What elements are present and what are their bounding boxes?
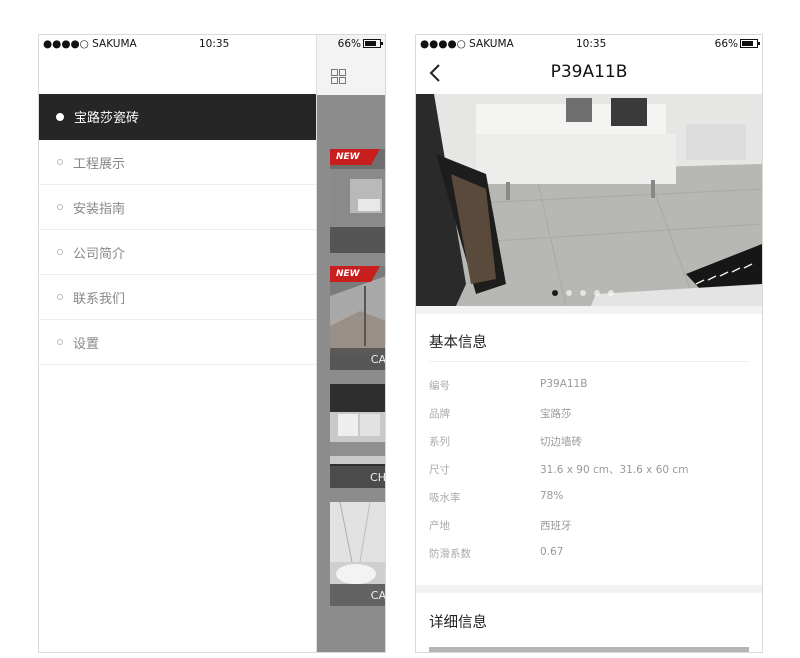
- bullet-icon: [57, 294, 63, 300]
- image-carousel[interactable]: [416, 94, 762, 306]
- spec-row-series: 系列 切边墙砖: [429, 434, 749, 448]
- carousel-dot[interactable]: [552, 290, 558, 296]
- spec-label: 防滑系数: [429, 548, 471, 560]
- spec-label: 系列: [429, 436, 450, 448]
- battery-icon: [740, 39, 760, 48]
- status-bar: ●●●●○ SAKUMA 10:35: [39, 35, 316, 53]
- grid-view-icon[interactable]: [331, 69, 346, 84]
- bullet-icon: [56, 112, 64, 121]
- product-detail-screen: ●●●●○ SAKUMA 10:35 66% P39A11B 基本信息 编号 P…: [415, 34, 763, 653]
- menu-item-about[interactable]: 公司简介: [39, 230, 316, 275]
- menu-item-label: 公司简介: [73, 246, 126, 262]
- menu-screen: ●●●●○ SAKUMA 10:35 宝路莎瓷砖 工程展示 安装指南 公司简介: [38, 34, 386, 653]
- carousel-dot[interactable]: [608, 290, 614, 296]
- detail-image-edge: [429, 647, 749, 652]
- menu-item-install-guide[interactable]: 安装指南: [39, 185, 316, 230]
- spec-value: 31.6 x 90 cm、31.6 x 60 cm: [540, 464, 689, 476]
- status-bar: ●●●●○ SAKUMA 10:35 66%: [416, 35, 762, 53]
- section-divider: [416, 585, 762, 593]
- dimmed-content[interactable]: 66% NEW NEW CA CH CA: [317, 35, 385, 652]
- bullet-icon: [57, 339, 63, 345]
- basic-info-title: 基本信息: [429, 335, 487, 351]
- menu-item-label: 联系我们: [73, 291, 126, 307]
- menu-item-contact[interactable]: 联系我们: [39, 275, 316, 320]
- product-photo: [416, 94, 762, 306]
- battery-icon: [363, 39, 383, 48]
- spec-label: 编号: [429, 380, 450, 392]
- page-title: P39A11B: [550, 62, 628, 82]
- navigation-bar: P39A11B: [416, 53, 762, 93]
- carousel-pager[interactable]: [552, 290, 614, 296]
- card-caption: CA: [330, 348, 385, 370]
- menu-item-tiles[interactable]: 宝路莎瓷砖: [39, 94, 316, 140]
- carrier-label: ●●●●○ SAKUMA: [43, 38, 137, 50]
- menu-item-label: 安装指南: [73, 201, 126, 217]
- spec-label: 吸水率: [429, 492, 461, 504]
- content-header: 66%: [317, 35, 385, 95]
- side-drawer: ●●●●○ SAKUMA 10:35 宝路莎瓷砖 工程展示 安装指南 公司简介: [39, 35, 317, 652]
- product-card[interactable]: NEW CA: [330, 266, 385, 370]
- detail-info-title: 详细信息: [429, 615, 487, 631]
- spec-value: 西班牙: [540, 520, 572, 532]
- spec-value: P39A11B: [540, 378, 588, 390]
- card-caption: CH: [330, 466, 385, 488]
- spec-value: 切边墙砖: [540, 436, 582, 448]
- menu-item-settings[interactable]: 设置: [39, 320, 316, 365]
- status-time: 10:35: [576, 38, 607, 50]
- menu-item-label: 宝路莎瓷砖: [74, 111, 140, 126]
- spec-label: 尺寸: [429, 464, 450, 476]
- spec-row-origin: 产地 西班牙: [429, 518, 749, 532]
- product-card[interactable]: NEW: [330, 149, 385, 253]
- spec-label: 产地: [429, 520, 450, 532]
- spec-row-slip: 防滑系数 0.67: [429, 546, 749, 560]
- bullet-icon: [57, 159, 63, 165]
- spec-value: 0.67: [540, 546, 564, 558]
- carousel-dot[interactable]: [566, 290, 572, 296]
- battery-status: 66%: [715, 38, 760, 50]
- carrier-label: ●●●●○ SAKUMA: [420, 38, 514, 50]
- section-divider: [416, 306, 762, 314]
- spec-row-brand: 品牌 宝路莎: [429, 406, 749, 420]
- spec-row-size: 尺寸 31.6 x 90 cm、31.6 x 60 cm: [429, 462, 749, 476]
- side-menu: 宝路莎瓷砖 工程展示 安装指南 公司简介 联系我们 设置: [39, 94, 316, 365]
- spec-value: 宝路莎: [540, 408, 572, 420]
- product-card[interactable]: CH: [330, 384, 385, 488]
- product-card[interactable]: CA: [330, 502, 385, 606]
- bullet-icon: [57, 204, 63, 210]
- card-caption: CA: [330, 584, 385, 606]
- status-time: 10:35: [199, 38, 230, 50]
- battery-status: 66%: [338, 38, 383, 50]
- bullet-icon: [57, 249, 63, 255]
- spec-row-absorption: 吸水率 78%: [429, 490, 749, 504]
- carousel-dot[interactable]: [580, 290, 586, 296]
- spec-row-code: 编号 P39A11B: [429, 378, 749, 392]
- spec-value: 78%: [540, 490, 564, 502]
- section-rule: [429, 361, 749, 362]
- spec-label: 品牌: [429, 408, 450, 420]
- menu-item-projects[interactable]: 工程展示: [39, 140, 316, 185]
- carousel-dot[interactable]: [594, 290, 600, 296]
- menu-item-label: 设置: [73, 336, 100, 352]
- menu-item-label: 工程展示: [73, 156, 126, 172]
